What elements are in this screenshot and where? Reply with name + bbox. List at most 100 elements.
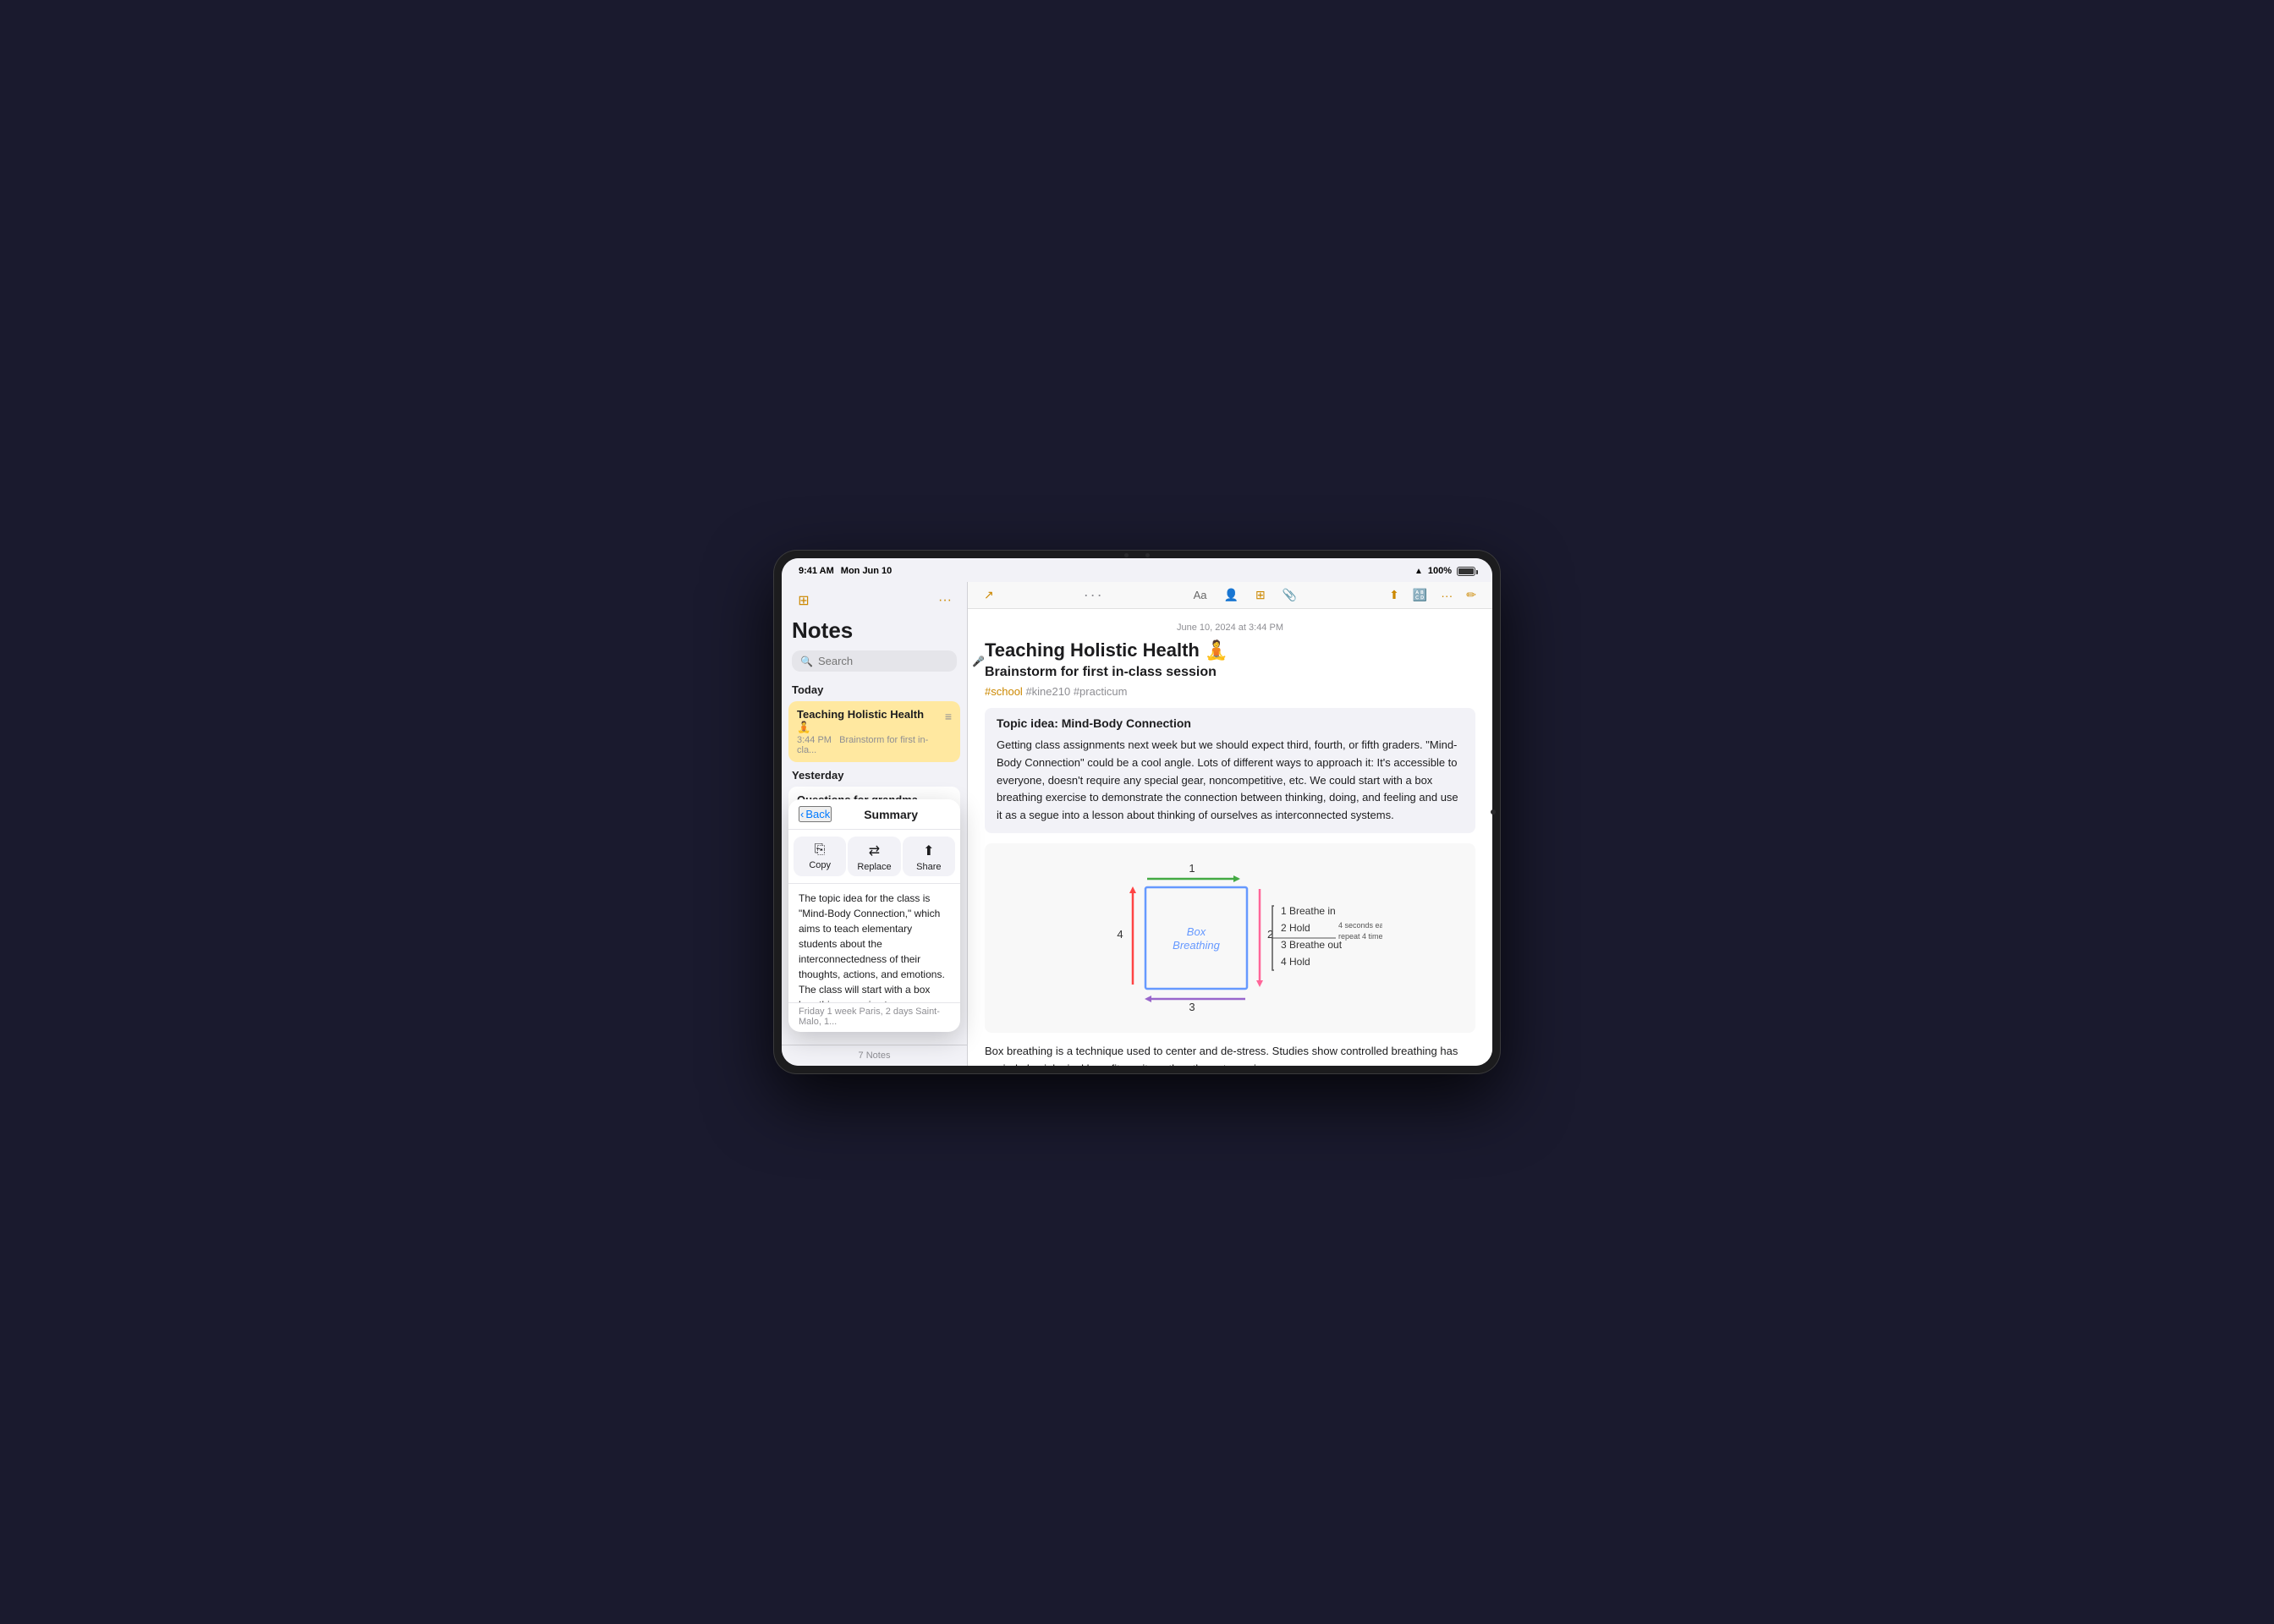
editor-toolbar: ↗ ··· Aa 👤 ⊞: [968, 582, 1492, 609]
svg-text:3 Breathe out: 3 Breathe out: [1281, 939, 1343, 951]
breathing-diagram: Box Breathing 1 2: [985, 843, 1475, 1033]
replace-icon: ⇄: [869, 842, 880, 859]
battery-fill: [1458, 568, 1474, 574]
text-format-button[interactable]: Aa: [1191, 586, 1210, 604]
svg-text:1 Breathe in: 1 Breathe in: [1281, 905, 1336, 917]
wifi-icon: ▲: [1414, 567, 1423, 576]
find-icon: 🔠: [1413, 588, 1427, 602]
copy-icon: ⎘: [815, 842, 826, 858]
replace-label: Replace: [857, 862, 891, 872]
summary-popup: ‹ Back Summary ⎘ Copy ⇄ Replace: [788, 799, 960, 1032]
toolbar-center: Aa 👤 ⊞ 📎: [1191, 585, 1300, 605]
topic-box-body: Getting class assignments next week but …: [997, 737, 1464, 825]
share-button[interactable]: ⬆ Share: [903, 837, 955, 876]
sensor-dot-right: [1145, 553, 1150, 557]
top-sensors: [1124, 553, 1150, 557]
svg-text:3: 3: [1189, 1001, 1195, 1013]
svg-text:4 seconds each,: 4 seconds each,: [1338, 921, 1382, 930]
back-label: Back: [805, 808, 830, 820]
main-content: ⊞ ··· Notes 🔍 🎤 Today: [782, 582, 1492, 1066]
note-subtitle: Brainstorm for first in-class session: [985, 665, 1475, 680]
contacts-button[interactable]: 👤: [1222, 585, 1241, 605]
summary-note-preview: Friday 1 week Paris, 2 days Saint-Malo, …: [788, 1002, 960, 1032]
more-options-button[interactable]: ···: [933, 589, 957, 612]
editor-content[interactable]: June 10, 2024 at 3:44 PM Teaching Holist…: [968, 609, 1492, 1066]
more-icon: ···: [1441, 589, 1453, 602]
toolbar-dots: ···: [1084, 586, 1104, 604]
svg-text:4 Hold: 4 Hold: [1281, 956, 1310, 968]
sidebar-footer: 7 Notes: [782, 1045, 967, 1066]
microphone-icon: 🎤: [972, 656, 985, 667]
front-camera: [1491, 809, 1496, 815]
status-right: ▲ 100%: [1414, 566, 1475, 576]
table-button[interactable]: ⊞: [1253, 585, 1268, 605]
note-body: Box breathing is a technique used to cen…: [985, 1043, 1475, 1066]
summary-text: The topic idea for the class is "Mind-Bo…: [788, 884, 960, 1002]
summary-popup-header: ‹ Back Summary: [788, 799, 960, 830]
ellipsis-icon: ···: [938, 593, 952, 608]
compose-icon: ✏: [1466, 588, 1476, 602]
breathing-svg: Box Breathing 1 2: [1078, 853, 1382, 1023]
note-date: June 10, 2024 at 3:44 PM: [985, 623, 1475, 633]
summary-title: Summary: [832, 808, 950, 821]
contacts-icon: 👤: [1224, 588, 1239, 602]
summary-actions: ⎘ Copy ⇄ Replace ⬆ Share: [788, 830, 960, 884]
paperclip-icon: 📎: [1283, 588, 1297, 602]
back-chevron-icon: ‹: [800, 808, 804, 820]
sidebar-icon: ⊞: [798, 592, 809, 609]
note-thumbnail-icon: ≡: [945, 710, 952, 723]
sidebar: ⊞ ··· Notes 🔍 🎤 Today: [782, 582, 968, 1066]
sensor-dot-left: [1124, 553, 1129, 557]
svg-text:repeat 4 times: repeat 4 times: [1338, 932, 1382, 941]
share-toolbar-icon: ⬆: [1389, 588, 1399, 602]
summary-back-button[interactable]: ‹ Back: [799, 806, 832, 822]
note-title: Teaching Holistic Health 🧘: [797, 708, 940, 734]
more-toolbar-button[interactable]: ···: [1438, 586, 1455, 605]
status-left: 9:41 AM Mon Jun 10: [799, 566, 892, 576]
topic-box: Topic idea: Mind-Body Connection Getting…: [985, 708, 1475, 833]
section-today: Today: [788, 680, 960, 700]
note-main-title: Teaching Holistic Health 🧘: [985, 639, 1475, 661]
svg-text:1: 1: [1189, 862, 1195, 875]
svg-text:Box: Box: [1187, 925, 1206, 938]
note-item-teaching[interactable]: Teaching Holistic Health 🧘 3:44 PM Brain…: [788, 701, 960, 762]
table-icon: ⊞: [1255, 588, 1266, 602]
note-content: Teaching Holistic Health 🧘 3:44 PM Brain…: [797, 708, 940, 755]
note-editor: ↗ ··· Aa 👤 ⊞: [968, 582, 1492, 1066]
tag-kine: #kine210 #practicum: [1025, 685, 1127, 698]
notes-title: Notes: [782, 617, 967, 650]
replace-button[interactable]: ⇄ Replace: [848, 837, 900, 876]
find-button[interactable]: 🔠: [1410, 585, 1430, 605]
battery-percent: 100%: [1428, 566, 1452, 576]
sidebar-toggle-button[interactable]: ⊞: [792, 589, 816, 612]
share-toolbar-button[interactable]: ⬆: [1387, 585, 1402, 605]
share-label: Share: [916, 862, 941, 872]
topic-box-title: Topic idea: Mind-Body Connection: [997, 716, 1464, 730]
compose-button[interactable]: ✏: [1464, 585, 1479, 605]
search-bar[interactable]: 🔍 🎤: [792, 650, 957, 672]
svg-text:Breathing: Breathing: [1173, 939, 1220, 952]
back-arrow-button[interactable]: ↗: [981, 585, 997, 605]
back-arrow-icon: ↗: [984, 588, 994, 602]
note-tags: #school #kine210 #practicum: [985, 685, 1475, 698]
note-meta: 3:44 PM Brainstorm for first in-cla...: [797, 735, 940, 755]
copy-label: Copy: [809, 860, 831, 870]
sidebar-header: ⊞ ···: [782, 582, 967, 617]
ipad-screen: 9:41 AM Mon Jun 10 ▲ 100% ⊞ ·: [782, 558, 1492, 1066]
toolbar-right: ⬆ 🔠 ··· ✏: [1387, 585, 1479, 605]
battery-icon: [1457, 567, 1475, 576]
aa-icon: Aa: [1194, 589, 1207, 601]
svg-text:2 Hold: 2 Hold: [1281, 922, 1310, 934]
toolbar-left: ↗: [981, 585, 997, 605]
status-bar: 9:41 AM Mon Jun 10 ▲ 100%: [782, 558, 1492, 582]
time-display: 9:41 AM: [799, 566, 834, 576]
date-display: Mon Jun 10: [841, 566, 893, 576]
copy-button[interactable]: ⎘ Copy: [794, 837, 846, 876]
attachment-button[interactable]: 📎: [1280, 585, 1299, 605]
search-icon: 🔍: [800, 656, 813, 667]
search-input[interactable]: [818, 655, 967, 667]
svg-text:4: 4: [1117, 928, 1123, 941]
section-yesterday: Yesterday: [788, 765, 960, 785]
tag-school: #school: [985, 685, 1023, 698]
share-icon: ⬆: [923, 842, 934, 859]
